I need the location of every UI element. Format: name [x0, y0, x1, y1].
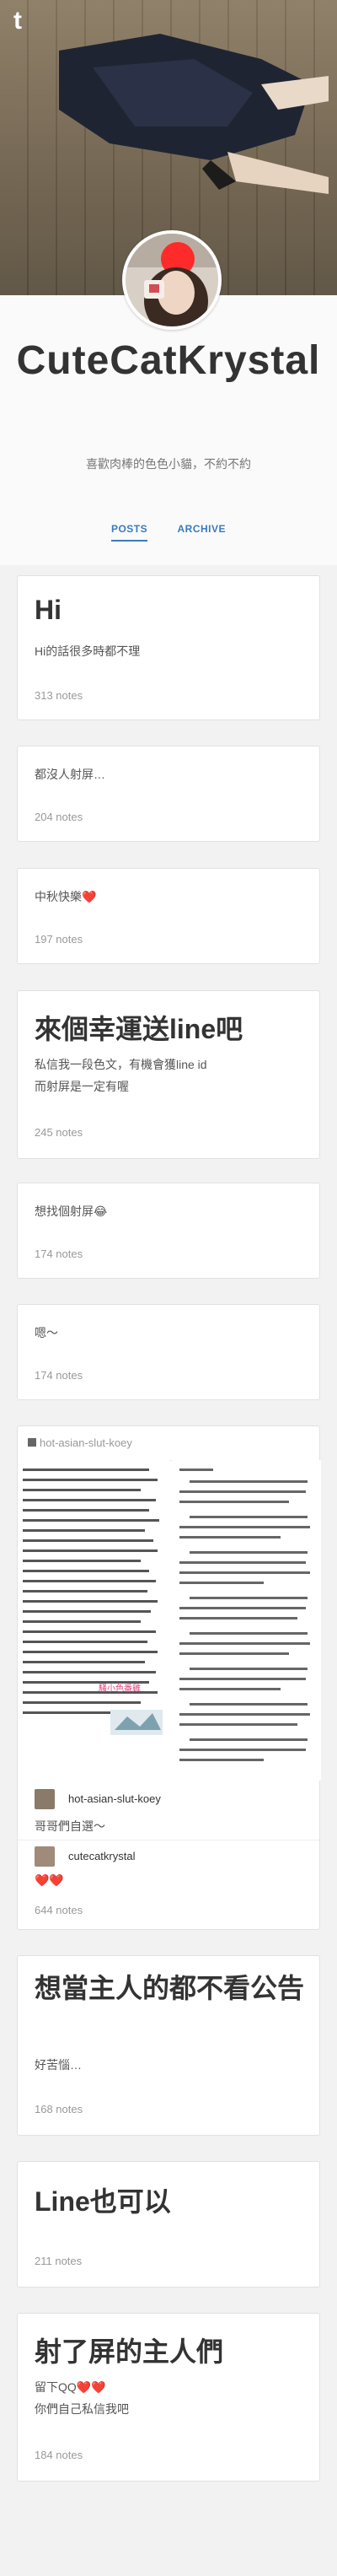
avatar-photo: [126, 234, 218, 326]
post-card: Hi Hi的話很多時都不理 313 notes: [17, 575, 320, 720]
post-card: 來個幸運送line吧 私信我一段色文，有機會獲line id 而射屏是一定有喔 …: [17, 990, 320, 1159]
reblog-text: ❤️❤️: [35, 1873, 64, 1887]
tumblr-logo[interactable]: t: [13, 7, 22, 35]
text-screenshot-image: [173, 1460, 321, 1781]
post-body: Hi的話很多時都不理: [35, 644, 141, 658]
post-title: Line也可以: [35, 2186, 171, 2217]
reblog-source[interactable]: hot-asian-slut-koey: [40, 1436, 132, 1449]
post-notes[interactable]: 184 notes: [35, 2449, 83, 2461]
post-notes[interactable]: 211 notes: [35, 2255, 82, 2267]
post-photo-right[interactable]: [173, 1460, 321, 1781]
post-body: 你們自己私信我吧: [35, 2402, 129, 2416]
reblog-header: hot-asian-slut-koey: [18, 1426, 321, 1461]
blog-title[interactable]: CuteCatKrystal: [0, 337, 337, 385]
post-notes[interactable]: 174 notes: [35, 1369, 83, 1382]
reblog-username[interactable]: cutecatkrystal: [68, 1850, 135, 1862]
post-card: 中秋快樂❤️ 197 notes: [17, 868, 320, 964]
blog-description: 喜歡肉棒的色色小貓，不約不約: [86, 457, 251, 471]
header-photo-figure: [59, 34, 329, 194]
nav-archive[interactable]: ARCHIVE: [178, 523, 227, 540]
post-notes[interactable]: 168 notes: [35, 2103, 83, 2115]
post-body: 嗯～: [35, 1326, 58, 1339]
reblog-trail-item: cutecatkrystal: [35, 1846, 306, 1872]
reblog-icon: [28, 1438, 36, 1447]
post-title: 射了屏的主人們: [35, 2336, 224, 2367]
nav-posts[interactable]: POSTS: [110, 523, 148, 542]
profile-section: CuteCatKrystal 喜歡肉棒的色色小貓，不約不約 POSTS ARCH…: [0, 230, 337, 565]
post-title: Hi: [35, 595, 62, 625]
post-notes[interactable]: 204 notes: [35, 811, 83, 823]
post-card: 想找個射屏😂 174 notes: [17, 1183, 320, 1279]
avatar[interactable]: [122, 230, 222, 330]
post-notes[interactable]: 644 notes: [35, 1904, 83, 1916]
photo-post-card: hot-asian-slut-koey 騷小色番雞 hot-asian-slut…: [17, 1425, 321, 1930]
post-notes[interactable]: 174 notes: [35, 1248, 83, 1260]
post-photo-left[interactable]: 騷小色番雞: [18, 1460, 169, 1781]
post-body: 私信我一段色文，有機會獲line id: [35, 1058, 207, 1071]
reblog-trail-item: hot-asian-slut-koey: [35, 1789, 306, 1814]
post-body: 都沒人射屏…: [35, 768, 105, 781]
post-card: 射了屏的主人們 留下QQ❤️❤️ 你們自己私信我吧 184 notes: [17, 2313, 320, 2482]
post-body: 而射屏是一定有喔: [35, 1080, 129, 1093]
image-watermark: 騷小色番雞: [99, 1684, 141, 1694]
post-title: 來個幸運送line吧: [35, 1014, 243, 1044]
avatar[interactable]: [35, 1846, 55, 1867]
post-notes[interactable]: 245 notes: [35, 1126, 83, 1139]
post-body: 留下QQ❤️❤️: [35, 2380, 106, 2394]
post-body: 好苦惱…: [35, 2058, 82, 2072]
post-title: 想當主人的都不看公告: [35, 1973, 305, 2003]
post-notes[interactable]: 313 notes: [35, 689, 83, 702]
reblog-text: 哥哥們自選～: [35, 1819, 105, 1833]
post-card: 想當主人的都不看公告 好苦惱… 168 notes: [17, 1955, 320, 2136]
reblog-username[interactable]: hot-asian-slut-koey: [68, 1792, 161, 1805]
post-card: 嗯～ 174 notes: [17, 1304, 320, 1400]
post-body: 想找個射屏😂: [35, 1204, 108, 1218]
post-notes[interactable]: 197 notes: [35, 933, 83, 946]
post-body: 中秋快樂❤️: [35, 890, 97, 903]
blog-nav: POSTS ARCHIVE: [0, 523, 337, 542]
avatar[interactable]: [35, 1789, 55, 1809]
post-card: 都沒人射屏… 204 notes: [17, 746, 320, 842]
text-screenshot-image: [18, 1460, 169, 1781]
post-card: Line也可以 211 notes: [17, 2161, 320, 2288]
